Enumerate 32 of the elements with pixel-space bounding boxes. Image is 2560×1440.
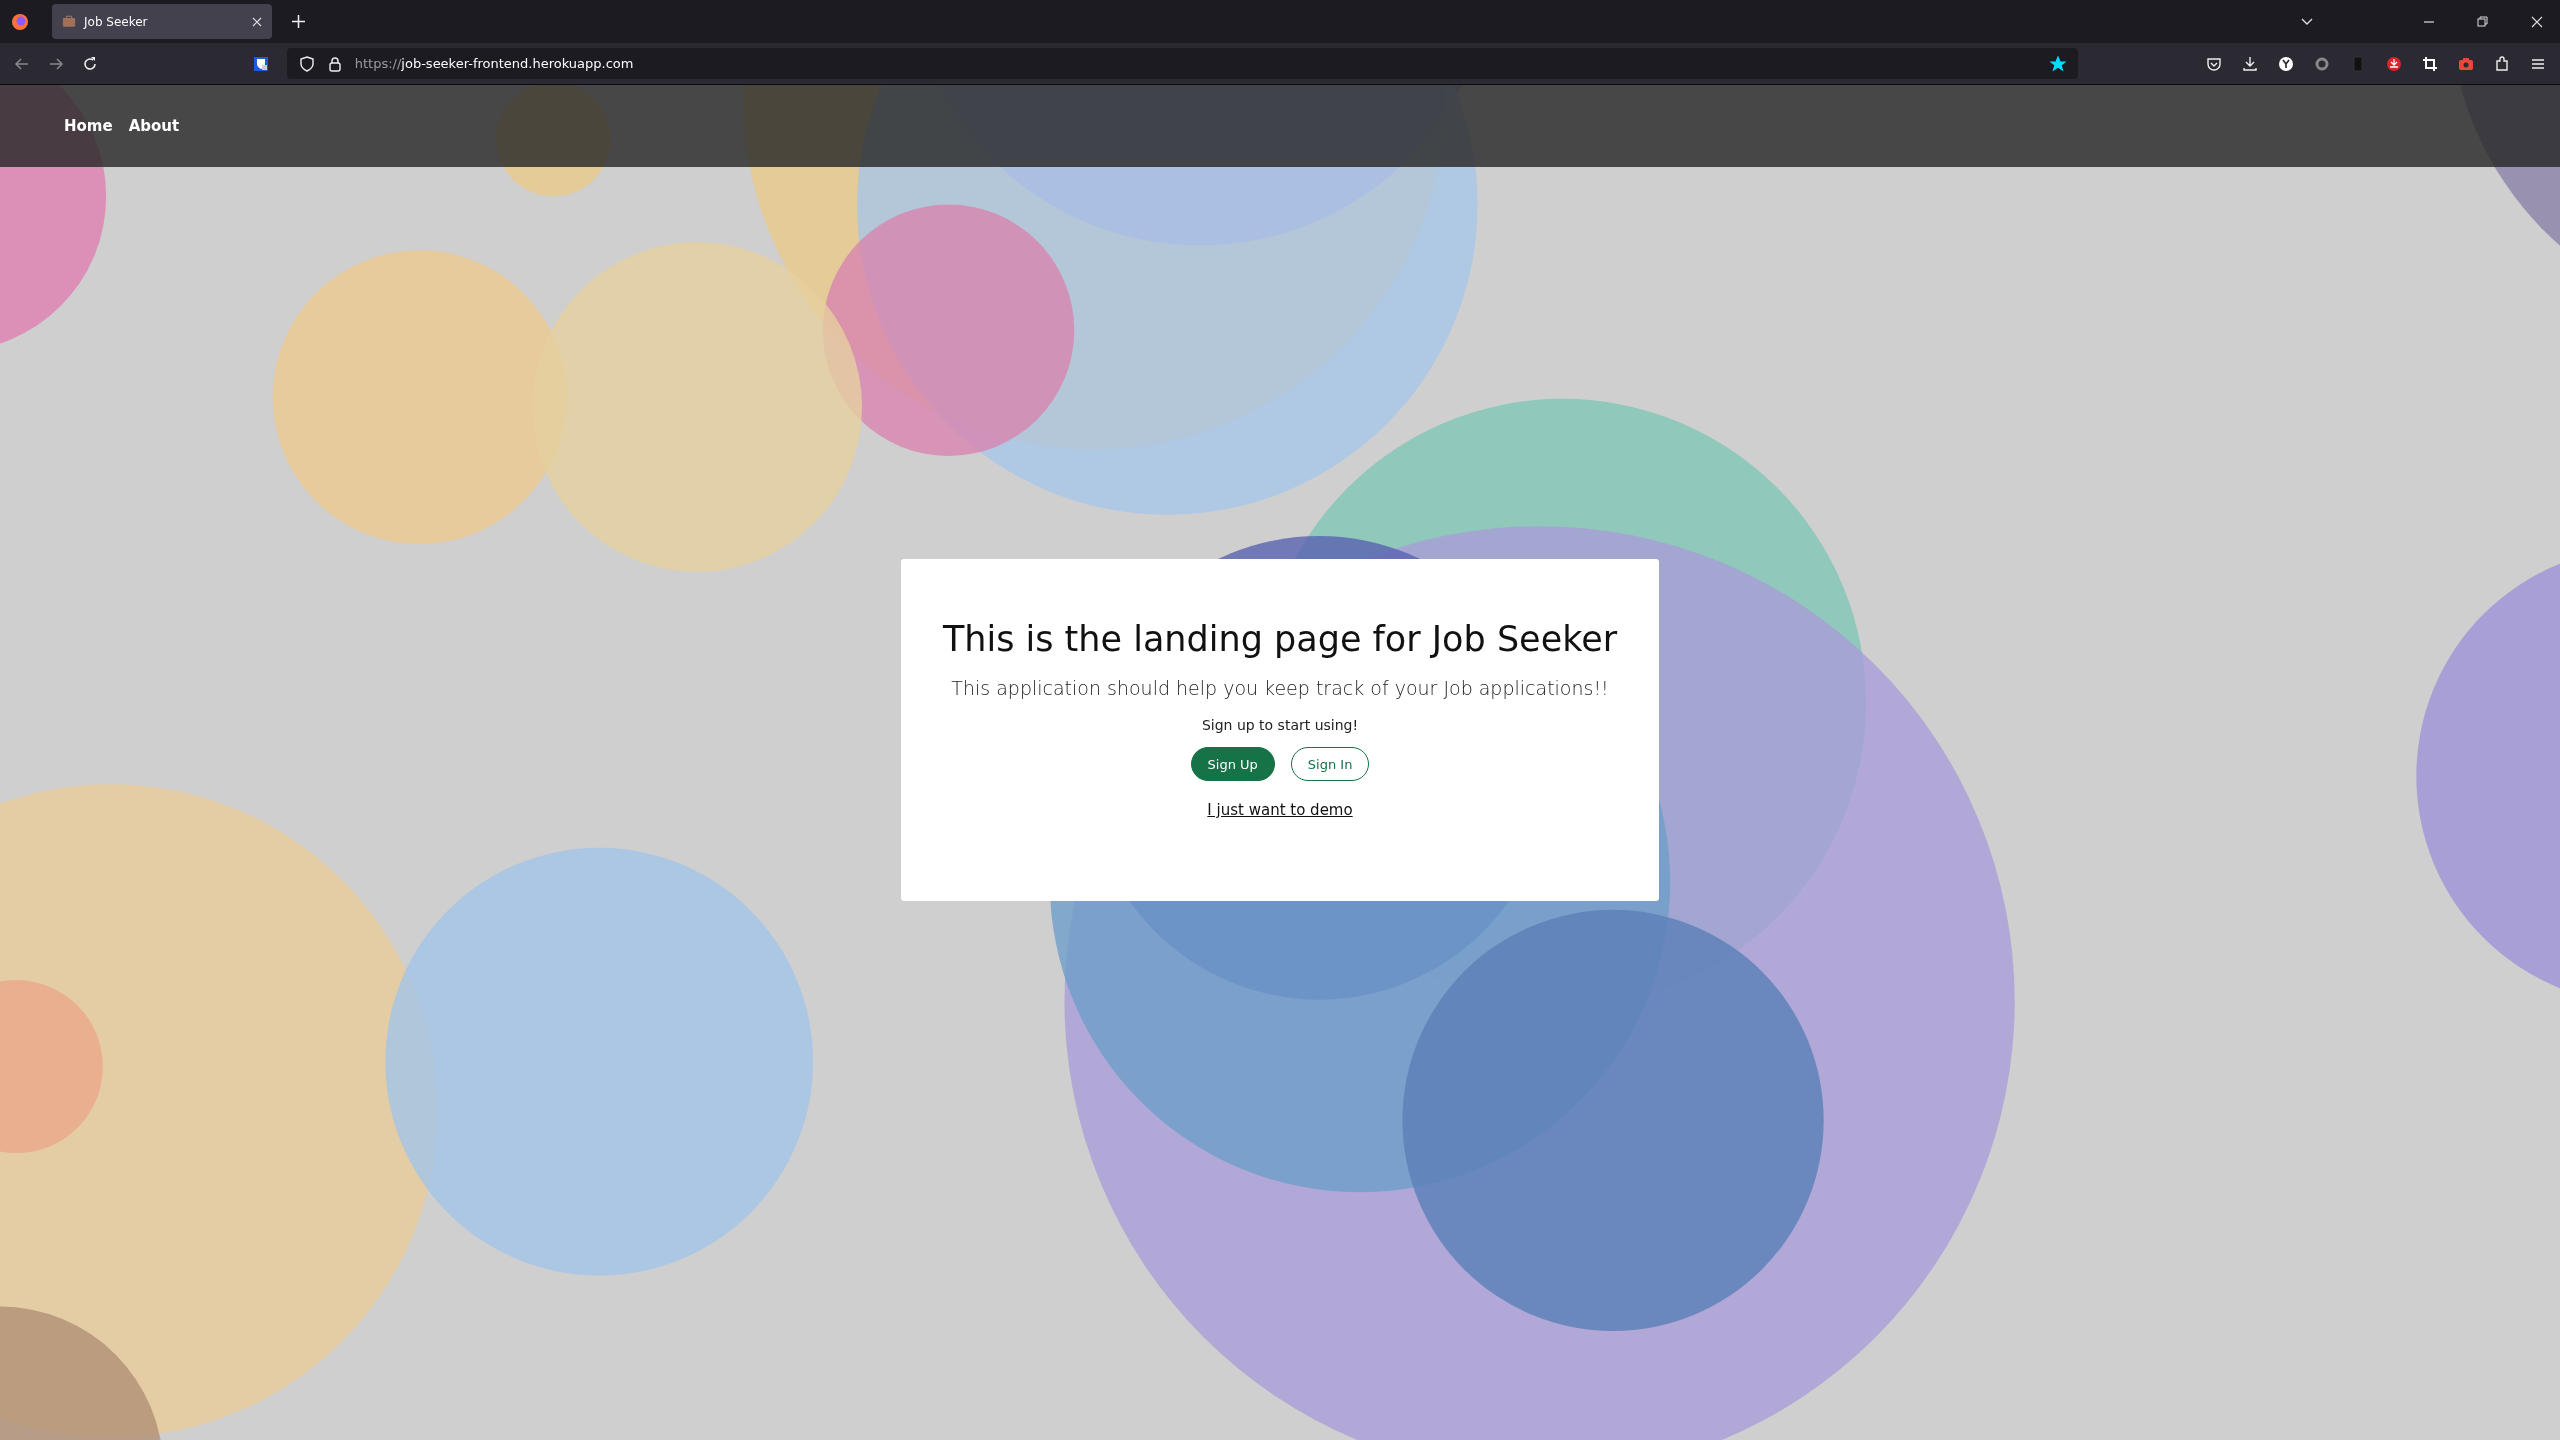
sign-in-button[interactable]: Sign In — [1290, 747, 1370, 781]
firefox-icon — [10, 11, 30, 32]
circle-y-icon[interactable] — [2278, 55, 2294, 72]
tab-title: Job Seeker — [84, 14, 148, 29]
shield-icon[interactable] — [298, 55, 315, 72]
close-icon[interactable] — [2530, 14, 2544, 29]
briefcase-icon — [62, 15, 76, 28]
back-icon[interactable] — [14, 55, 30, 72]
demo-link[interactable]: I just want to demo — [1207, 801, 1353, 819]
browser-tab[interactable]: Job Seeker — [52, 4, 272, 39]
camera-icon[interactable] — [2458, 55, 2474, 72]
restore-icon[interactable] — [2476, 14, 2490, 29]
ring-icon[interactable] — [2314, 55, 2330, 72]
reload-icon[interactable] — [82, 55, 98, 72]
address-field[interactable]: https://job-seeker-frontend.herokuapp.com — [354, 56, 634, 71]
download-icon[interactable] — [2386, 55, 2402, 72]
sign-up-button[interactable]: Sign Up — [1190, 747, 1275, 781]
crop-icon[interactable] — [2422, 55, 2438, 72]
forward-icon[interactable] — [48, 55, 64, 72]
shield-lock-icon[interactable] — [252, 55, 269, 72]
nav-link[interactable]: Home — [64, 117, 113, 135]
close-icon[interactable] — [252, 16, 262, 27]
new-tab-icon[interactable] — [292, 15, 305, 28]
lock-icon[interactable] — [326, 55, 343, 72]
star-icon[interactable] — [2050, 55, 2066, 72]
nav-link[interactable]: About — [128, 117, 180, 135]
puzzle-icon[interactable] — [2494, 55, 2510, 72]
landing-title: This is the landing page for Job Seeker — [942, 619, 1618, 659]
pocket-icon[interactable] — [2206, 55, 2222, 72]
download-icon[interactable] — [2242, 55, 2258, 72]
lead-text: This application should help you keep track of your Job applications!! — [951, 677, 1609, 699]
sign-up-prompt: Sign up to start using! — [1201, 717, 1359, 733]
